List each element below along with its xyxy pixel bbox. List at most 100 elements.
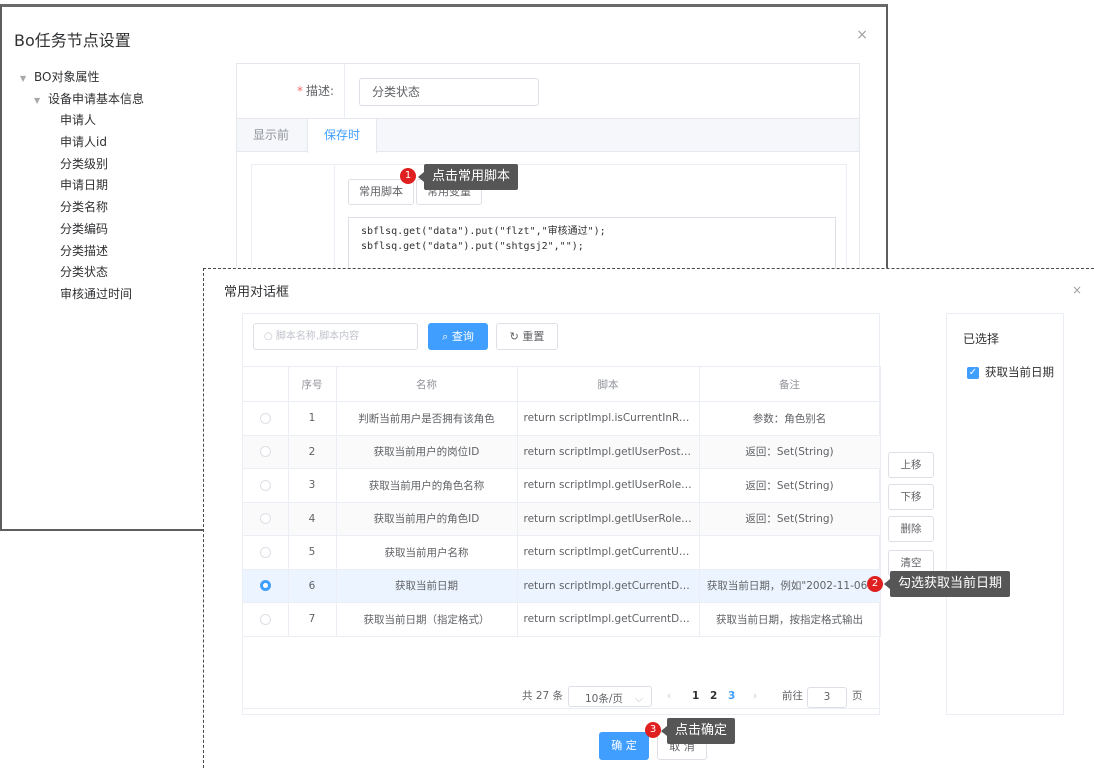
checkbox-checked-icon[interactable]: ✓ [967,366,979,379]
pager-next-icon[interactable]: › [753,684,757,708]
table-header-row: 序号 名称 脚本 备注 [243,366,881,402]
tree-leaf[interactable]: 申请人id [20,132,144,154]
script-editor-area: 常用脚本 常用变量 sbflsq.get("data").put("flzt",… [251,164,847,285]
row-script: return scriptImpl.getlUserRoleN... [517,468,700,503]
row-name: 获取当前用户的角色ID [336,502,518,536]
row-radio-cell[interactable] [243,569,289,603]
pager-prev-icon[interactable]: ‹ [667,684,671,708]
pager-goto-label: 前往 [782,690,803,702]
tree-leaf[interactable]: 审核通过时间 [20,284,144,306]
radio-icon[interactable] [259,479,271,491]
tree-leaf[interactable]: 分类编码 [20,219,144,241]
row-index: 3 [288,468,337,503]
radio-icon[interactable] [259,546,271,558]
pagination: 共 27 条 10条/页 ⌵ ‹ 1 2 3 › 前往 3 页 [243,684,881,708]
row-index: 7 [288,602,337,637]
caret-down-icon: ▼ [20,74,27,83]
pager-goto-input[interactable]: 3 [807,687,847,708]
step-badge-1: 1 [400,168,416,184]
row-name: 判断当前用户是否拥有该角色 [336,401,518,436]
table-row[interactable]: 7 获取当前日期（指定格式） return scriptImpl.getCurren… [243,602,881,637]
code-line: sbflsq.get("data").put("flzt","审核通过"); [361,226,606,237]
delete-button[interactable]: 删除 [888,516,934,542]
row-index: 6 [288,569,337,603]
move-up-button[interactable]: 上移 [888,452,934,478]
table-row[interactable]: 2 获取当前用户的岗位ID return scriptImpl.getlUserPo… [243,435,881,469]
tree-leaf[interactable]: 分类状态 [20,262,144,284]
tree-leaf[interactable]: 申请人 [20,110,144,132]
selected-item[interactable]: ✓ 获取当前日期 [967,364,1054,380]
radio-icon[interactable] [259,412,271,424]
column-header: 脚本 [517,366,700,402]
row-index: 4 [288,502,337,536]
table-row[interactable]: 3 获取当前用户的角色名称 return scriptImpl.getlUserRo… [243,468,881,503]
table-row[interactable]: 5 获取当前用户名称 return scriptImpl.getCurrentUse… [243,535,881,570]
row-radio-cell[interactable] [243,401,289,436]
query-button[interactable]: ⌕ 查询 [428,323,488,350]
row-radio-cell[interactable] [243,502,289,536]
column-header: 备注 [699,366,881,402]
search-icon: ⌕ [442,330,449,343]
step-tip-3: 点击确定 [660,718,736,744]
page-size-select[interactable]: 10条/页 ⌵ [568,686,652,707]
row-remark: 获取当前日期，例如"2002-11-06" [699,569,881,603]
confirm-button[interactable]: 确 定 [599,732,649,760]
row-radio-cell[interactable] [243,435,289,469]
search-input[interactable]: ○ 脚本名称,脚本内容 [253,323,418,350]
desc-input[interactable]: 分类状态 [359,78,539,106]
row-name: 获取当前日期 [336,569,518,603]
pager-total: 共 27 条 [522,690,564,702]
row-script: return scriptImpl.getCurrentUse... [517,535,700,570]
row-name: 获取当前用户名称 [336,535,518,570]
pager-page-3[interactable]: 3 [728,684,735,708]
table-row[interactable]: 4 获取当前用户的角色ID return scriptImpl.getlUserRo… [243,502,881,536]
search-icon: ○ [264,331,273,342]
row-remark: 返回：Set(String) [699,435,881,469]
radio-icon[interactable] [259,513,271,525]
tree-node-group[interactable]: ▼ 设备申请基本信息 [20,89,144,111]
step-tip-1: 点击常用脚本 [417,164,519,190]
row-index: 5 [288,535,337,570]
tree-leaf[interactable]: 申请日期 [20,175,144,197]
code-line: sbflsq.get("data").put("shtgsj2",""); [361,241,584,252]
common-script-dialog: 常用对话框 × ○ 脚本名称,脚本内容 ⌕ 查询 ↻ 重置 序号 名称 脚本 备… [203,268,1094,768]
node-form-panel: * 描述: 分类状态 显示前 保存时 常用脚本 常用变量 sbflsq.get("… [236,63,860,285]
row-radio-cell[interactable] [243,602,289,637]
row-remark: 返回：Set(String) [699,468,881,503]
table-row[interactable]: 6 获取当前日期 return scriptImpl.getCurrentDat..… [243,569,881,603]
dialog-title: Bo任务节点设置 [14,31,131,50]
row-script: return scriptImpl.getCurrentDat... [517,602,700,637]
close-icon[interactable]: × [1072,283,1082,297]
radio-icon[interactable] [259,580,271,592]
caret-down-icon: ▼ [34,95,41,105]
chevron-down-icon: ⌵ [635,693,643,705]
row-name: 获取当前用户的岗位ID [336,435,518,469]
reset-button[interactable]: ↻ 重置 [496,323,558,350]
tree-leaf[interactable]: 分类名称 [20,197,144,219]
table-row[interactable]: 1 判断当前用户是否拥有该角色 return scriptImpl.isCurren… [243,401,881,436]
radio-icon[interactable] [259,613,271,625]
row-remark: 获取当前日期，按指定格式输出 [699,602,881,637]
row-remark [699,535,881,570]
refresh-icon: ↻ [509,330,519,343]
tab-on-save[interactable]: 保存时 [307,119,378,153]
pager-page-2[interactable]: 2 [710,684,717,708]
row-radio-cell[interactable] [243,535,289,570]
tree-leaf[interactable]: 分类级别 [20,154,144,176]
tree-leaf[interactable]: 分类描述 [20,241,144,263]
row-remark: 参数：角色别名 [699,401,881,436]
pager-page-1[interactable]: 1 [692,684,699,708]
column-header: 名称 [336,366,518,402]
script-table: 序号 名称 脚本 备注 1 判断当前用户是否拥有该角色 return scriptI… [243,366,881,709]
pager-page-suffix: 页 [852,690,863,702]
row-script: return scriptImpl.getCurrentDat... [517,569,700,603]
step-badge-2: 2 [867,576,883,592]
row-script: return scriptImpl.getlUserPostID(); [517,435,700,469]
row-radio-cell[interactable] [243,468,289,503]
tree-node-root[interactable]: ▼ BO对象属性 [20,67,144,89]
radio-icon[interactable] [259,446,271,458]
move-down-button[interactable]: 下移 [888,484,934,510]
close-icon[interactable]: × [856,27,868,43]
column-header [243,366,289,402]
tab-before-display[interactable]: 显示前 [237,119,305,152]
